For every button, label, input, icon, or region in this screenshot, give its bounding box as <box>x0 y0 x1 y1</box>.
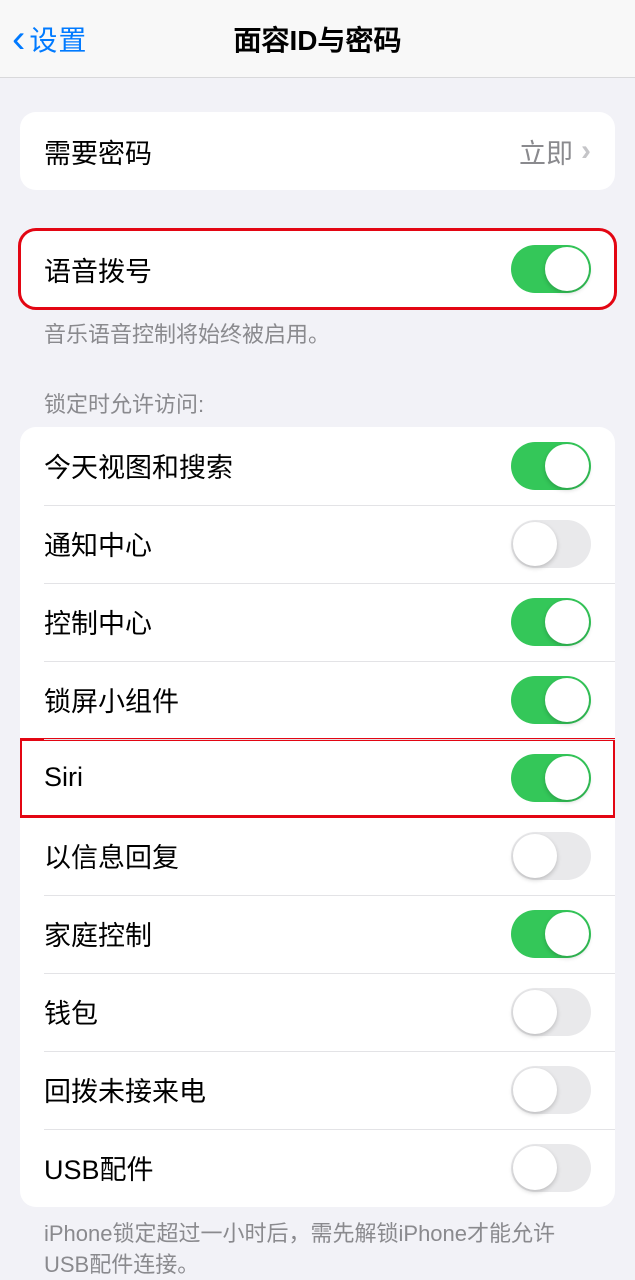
locked-label-return-missed: 回拨未接来电 <box>44 1070 206 1109</box>
toggle-knob <box>545 600 589 644</box>
require-passcode-group: 需要密码 立即 › <box>20 112 615 190</box>
voice-dial-group: 语音拨号 <box>20 230 615 308</box>
locked-toggle-siri[interactable] <box>511 754 591 802</box>
locked-toggle-notification-center[interactable] <box>511 520 591 568</box>
toggle-knob <box>545 756 589 800</box>
require-passcode-trail: 立即 › <box>519 132 591 171</box>
toggle-knob <box>513 990 557 1034</box>
locked-toggle-reply-message[interactable] <box>511 832 591 880</box>
toggle-knob <box>513 1068 557 1112</box>
locked-row-home-control: 家庭控制 <box>20 895 615 973</box>
locked-label-usb: USB配件 <box>44 1148 154 1187</box>
require-passcode-row[interactable]: 需要密码 立即 › <box>20 112 615 190</box>
locked-access-group: 今天视图和搜索 通知中心 控制中心 锁屏小组件 Siri 以信息回复 家庭控制 <box>20 427 615 1207</box>
locked-row-wallet: 钱包 <box>20 973 615 1051</box>
locked-row-control-center: 控制中心 <box>20 583 615 661</box>
locked-access-header: 锁定时允许访问: <box>44 387 591 419</box>
toggle-knob <box>545 444 589 488</box>
chevron-right-icon: › <box>581 134 591 168</box>
toggle-knob <box>545 678 589 722</box>
require-passcode-label: 需要密码 <box>44 132 152 171</box>
locked-toggle-usb[interactable] <box>511 1144 591 1192</box>
locked-label-today: 今天视图和搜索 <box>44 446 233 485</box>
back-label: 设置 <box>29 19 87 59</box>
locked-label-reply-message: 以信息回复 <box>44 836 179 875</box>
locked-label-siri: Siri <box>44 762 83 793</box>
back-button[interactable]: ‹ 设置 <box>0 19 87 59</box>
locked-label-home-control: 家庭控制 <box>44 914 152 953</box>
page-title: 面容ID与密码 <box>233 19 401 59</box>
locked-row-notification-center: 通知中心 <box>20 505 615 583</box>
locked-row-siri: Siri <box>20 739 615 817</box>
locked-access-footer: iPhone锁定超过一小时后，需先解锁iPhone才能允许USB配件连接。 <box>44 1219 591 1280</box>
locked-toggle-return-missed[interactable] <box>511 1066 591 1114</box>
locked-toggle-wallet[interactable] <box>511 988 591 1036</box>
toggle-knob <box>513 1146 557 1190</box>
toggle-knob <box>513 522 557 566</box>
nav-bar: ‹ 设置 面容ID与密码 <box>0 0 635 78</box>
voice-dial-toggle[interactable] <box>511 245 591 293</box>
locked-label-lock-widgets: 锁屏小组件 <box>44 680 179 719</box>
locked-toggle-control-center[interactable] <box>511 598 591 646</box>
toggle-knob <box>513 834 557 878</box>
voice-dial-label: 语音拨号 <box>44 250 152 289</box>
toggle-knob <box>545 912 589 956</box>
locked-toggle-home-control[interactable] <box>511 910 591 958</box>
locked-row-return-missed: 回拨未接来电 <box>20 1051 615 1129</box>
locked-row-today: 今天视图和搜索 <box>20 427 615 505</box>
voice-dial-footer: 音乐语音控制将始终被启用。 <box>44 320 591 351</box>
content: 需要密码 立即 › 语音拨号 音乐语音控制将始终被启用。 锁定时允许访问: 今天… <box>0 112 635 1280</box>
locked-toggle-today[interactable] <box>511 442 591 490</box>
locked-label-notification-center: 通知中心 <box>44 524 152 563</box>
chevron-left-icon: ‹ <box>12 19 25 59</box>
locked-row-usb: USB配件 <box>20 1129 615 1207</box>
locked-row-lock-widgets: 锁屏小组件 <box>20 661 615 739</box>
toggle-knob <box>545 247 589 291</box>
require-passcode-value: 立即 <box>519 132 573 171</box>
locked-row-reply-message: 以信息回复 <box>20 817 615 895</box>
locked-label-control-center: 控制中心 <box>44 602 152 641</box>
locked-toggle-lock-widgets[interactable] <box>511 676 591 724</box>
voice-dial-row: 语音拨号 <box>20 230 615 308</box>
locked-label-wallet: 钱包 <box>44 992 98 1031</box>
